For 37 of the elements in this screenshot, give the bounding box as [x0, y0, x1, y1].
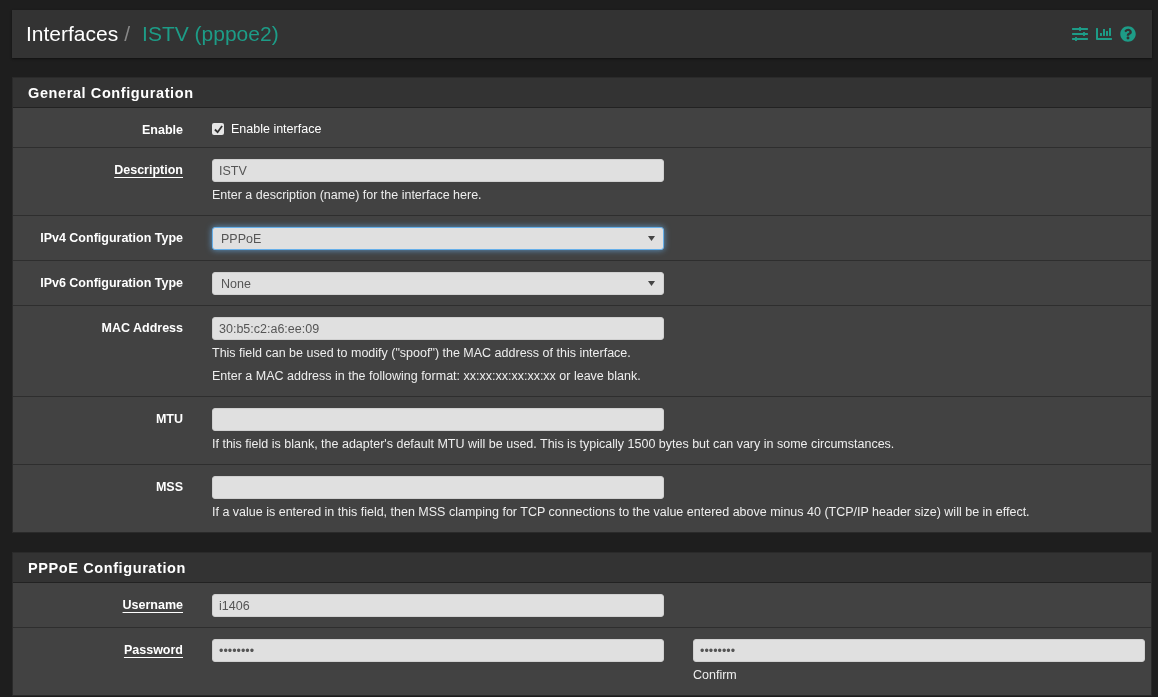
help-text: If a value is entered in this field, then MSS clamping for TCP connections to the value entered above minus 40 (TCP/IP header size) will be in effect. [212, 504, 1031, 521]
breadcrumb-separator: / [124, 22, 131, 46]
confirm-caption: Confirm [693, 667, 738, 684]
field-label: Enable [142, 122, 183, 137]
caret-icon [648, 281, 655, 286]
caret-icon [648, 236, 655, 241]
field-label: MAC Address [101, 320, 183, 337]
select-field[interactable]: PPPoE [212, 227, 664, 250]
field-label[interactable]: Description [114, 159, 183, 205]
checkbox-label: Enable interface [231, 122, 322, 136]
help-text: Enter a MAC address in the following format: xx:xx:xx:xx:xx:xx or leave blank. [212, 368, 642, 385]
help-text: If this field is blank, the adapter's default MTU will be used. This is typically 1500 bytes but can vary in some circumstances. [212, 436, 896, 453]
select-field[interactable]: None [212, 272, 664, 295]
input-field[interactable] [212, 408, 664, 431]
panel-title: PPPoE Configuration [13, 553, 1151, 583]
field-label: IPv6 Configuration Type [40, 275, 183, 292]
enable-checkbox[interactable]: Enable interface [212, 119, 1151, 136]
field-label[interactable]: Username [122, 594, 183, 617]
sliders-icon[interactable] [1072, 26, 1088, 42]
field-label: MTU [155, 411, 183, 428]
page-title: ISTV (pppoe2) [142, 22, 279, 46]
input-field[interactable]: ISTV [212, 159, 664, 182]
checkbox[interactable] [212, 123, 224, 135]
panel-title: General Configuration [13, 78, 1151, 108]
breadcrumb-link[interactable]: Interfaces [26, 22, 119, 46]
help-icon[interactable] [1120, 26, 1136, 42]
help-text: This field can be used to modify ("spoof") the MAC address of this interface. [212, 345, 632, 362]
bar-chart-icon[interactable] [1096, 26, 1112, 42]
input-field[interactable]: i1406 [212, 594, 664, 617]
field-label: IPv4 Configuration Type [40, 230, 183, 247]
field-label: MSS [155, 479, 183, 496]
help-text: Enter a description (name) for the interface here. [212, 187, 483, 204]
input-field[interactable]: •••••••• [212, 639, 664, 662]
input-field[interactable] [212, 476, 664, 499]
input-field[interactable]: •••••••• [693, 639, 1145, 662]
input-field[interactable]: 30:b5:c2:a6:ee:09 [212, 317, 664, 340]
field-label[interactable]: Password [123, 639, 183, 685]
